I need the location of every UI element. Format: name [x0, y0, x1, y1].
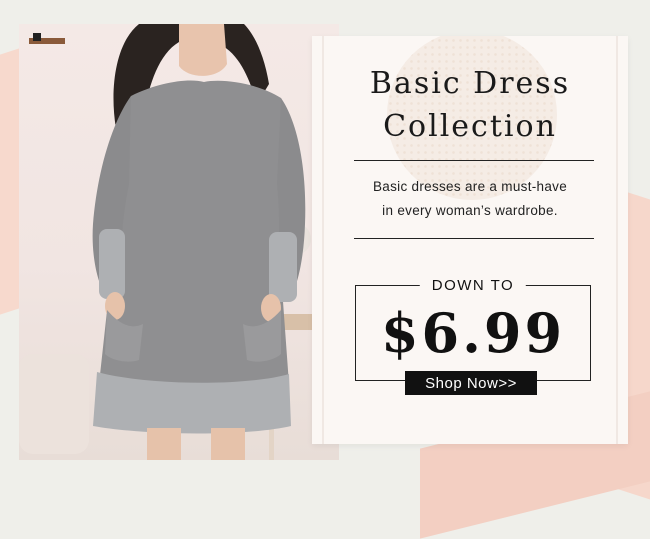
- left-leg: [147, 428, 181, 460]
- banner-title-line1: Basic Dress: [369, 66, 571, 101]
- banner-title-line2: Collection: [383, 109, 557, 144]
- model-illustration: [19, 24, 339, 460]
- price: $6.99: [380, 301, 566, 365]
- promo-card: Basic Dress Collection Basic dresses are…: [312, 36, 628, 444]
- price-box: DOWN TO $6.99: [355, 276, 591, 381]
- chair: [19, 354, 89, 454]
- left-cuff: [99, 229, 125, 299]
- shelf-object: [33, 33, 41, 41]
- promo-label: DOWN TO: [419, 276, 527, 296]
- banner-description-line1: Basic dresses are a must-have: [372, 179, 568, 194]
- shop-now-button[interactable]: Shop Now>>: [405, 371, 537, 395]
- divider-bottom: [354, 238, 594, 239]
- model-photo: [19, 24, 339, 460]
- right-cuff: [269, 232, 297, 302]
- banner-description-line2: in every woman’s wardrobe.: [382, 203, 558, 218]
- neck: [179, 24, 227, 76]
- divider-top: [354, 160, 594, 161]
- right-leg: [211, 428, 245, 460]
